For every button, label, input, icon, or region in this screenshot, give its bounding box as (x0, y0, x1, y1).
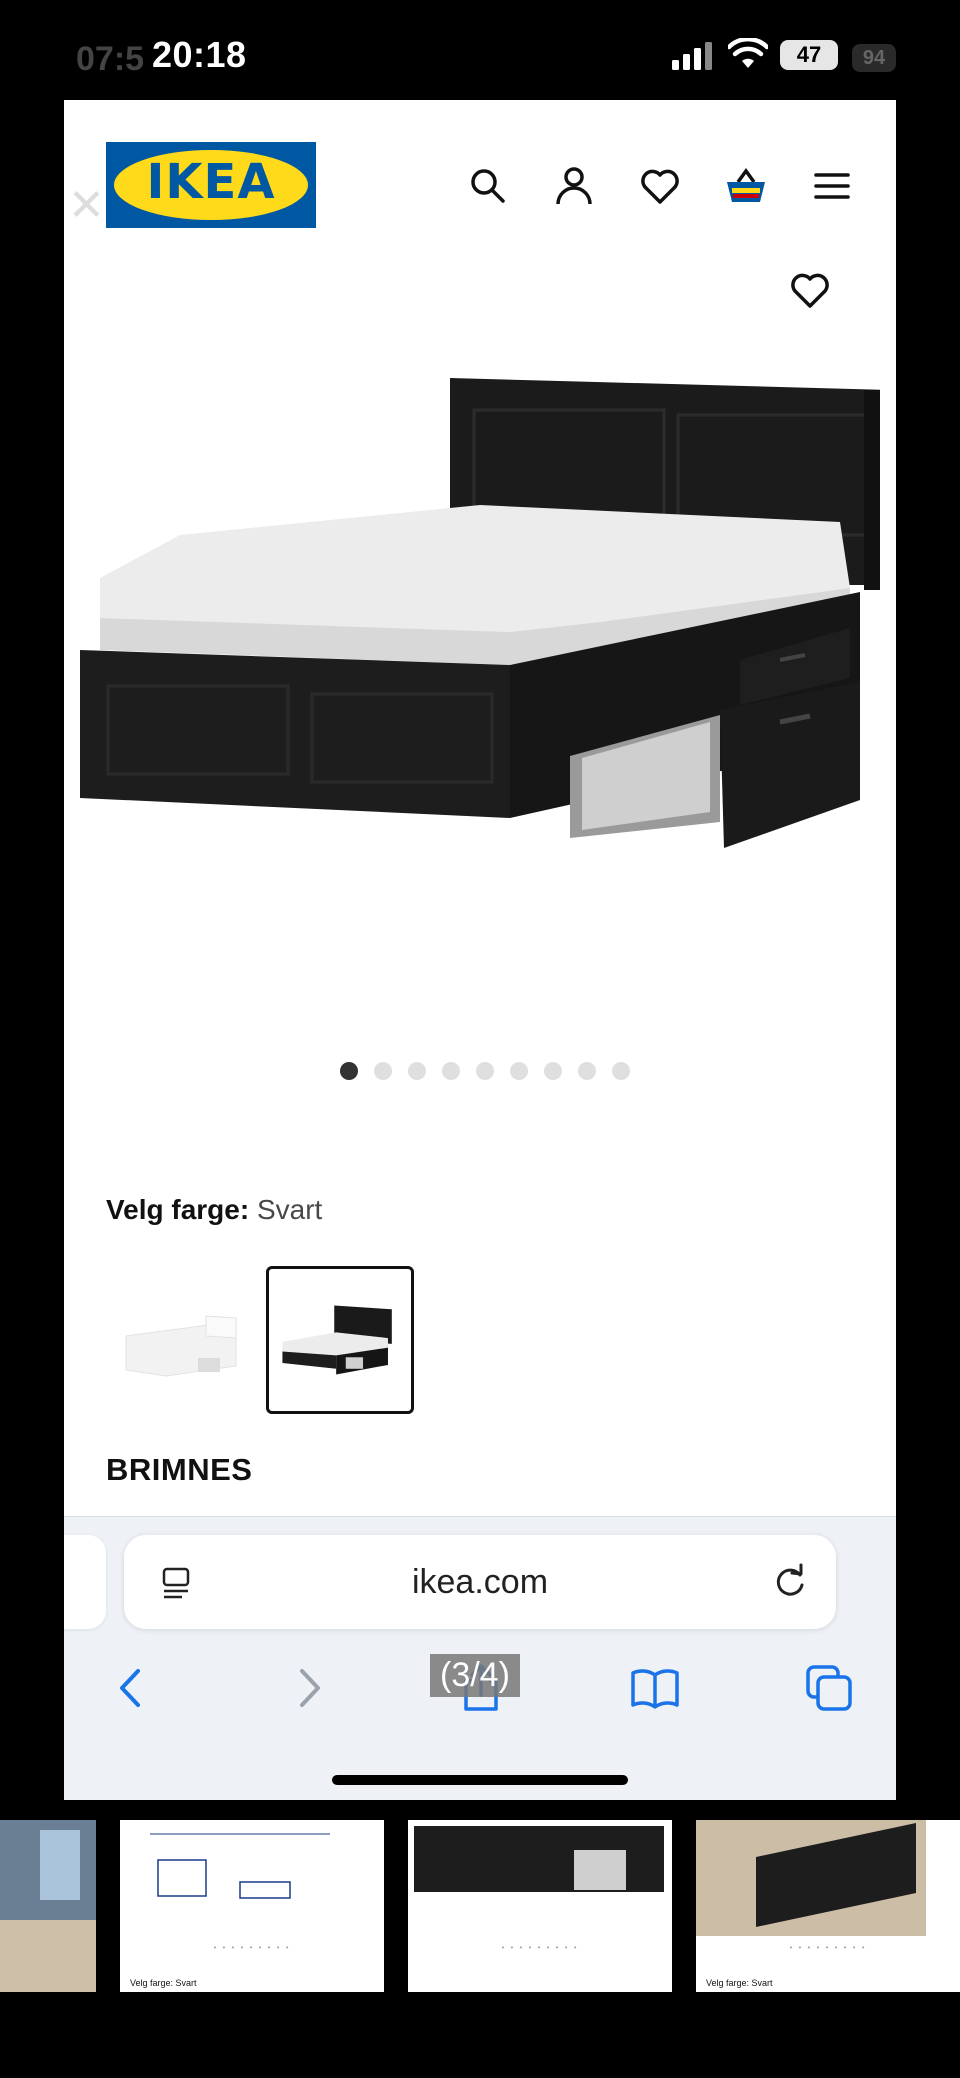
ghost-battery: 94 (852, 44, 896, 72)
signal-icon (672, 42, 712, 70)
thumb-drawer (574, 1850, 626, 1890)
color-value: Svart (256, 1194, 323, 1225)
carousel-dot[interactable] (340, 1062, 358, 1080)
carousel-dot[interactable] (612, 1062, 630, 1080)
carousel-dots (64, 1062, 896, 1082)
site-header: ✕ IKEA (64, 100, 896, 270)
ikea-product-page: ✕ IKEA Velg farge: Svart BRIMNES ikea.co… (64, 100, 896, 1800)
carousel-dot[interactable] (578, 1062, 596, 1080)
thumb-label: Velg farge: Svart (706, 1978, 773, 1988)
swatch-black[interactable] (266, 1266, 414, 1414)
dimension-drawing (150, 1833, 330, 1899)
thumbnail-bedroom[interactable] (0, 1820, 96, 1992)
basket-icon[interactable] (724, 164, 768, 208)
carousel-dot[interactable] (476, 1062, 494, 1080)
phone-screen: 07:5 20:18 47 94 ✕ IKEA Velg farge: Svar… (64, 0, 896, 1800)
ghost-time: 07:5 (76, 40, 145, 78)
thumb-window (40, 1830, 80, 1900)
swatch-white[interactable] (106, 1266, 254, 1414)
save-favourite-icon[interactable] (788, 268, 832, 312)
carousel-dot[interactable] (408, 1062, 426, 1080)
color-selector-label: Velg farge: Svart (106, 1194, 322, 1226)
status-bar: 07:5 20:18 47 94 (64, 0, 896, 100)
screenshot-pager: (3/4) (430, 1654, 520, 1697)
battery-indicator: 47 (780, 40, 838, 70)
back-icon[interactable] (106, 1663, 156, 1713)
registered-mark (298, 158, 310, 170)
product-name: BRIMNES (106, 1452, 253, 1487)
thumb-dots: • • • • • • • • • (789, 1943, 867, 1952)
thumbnail-bed-detail[interactable]: • • • • • • • • • Velg farge: Svart (696, 1820, 960, 1992)
address-bar[interactable]: ikea.com (124, 1535, 836, 1629)
thumbnail-strip: • • • • • • • • • Velg farge: Svart • • … (0, 1820, 960, 1992)
product-image-bed[interactable] (80, 360, 880, 980)
heart-icon[interactable] (638, 164, 682, 208)
thumbnail-bed-drawer[interactable]: • • • • • • • • • (408, 1820, 672, 1992)
thumbnail-dimensions[interactable]: • • • • • • • • • Velg farge: Svart (120, 1820, 384, 1992)
reload-icon[interactable] (770, 1563, 810, 1603)
logo-text: IKEA (146, 154, 276, 210)
forward-icon[interactable] (284, 1663, 334, 1713)
previous-tab-peek[interactable] (64, 1535, 106, 1629)
status-time: 20:18 (152, 34, 247, 75)
thumb-dots: • • • • • • • • • (213, 1943, 291, 1952)
thumb-label: Velg farge: Svart (130, 1978, 197, 1988)
account-icon[interactable] (552, 164, 596, 208)
thumb-bed-frame (414, 1826, 664, 1892)
carousel-dot[interactable] (544, 1062, 562, 1080)
wifi-icon (728, 38, 768, 68)
bookmarks-icon[interactable] (630, 1663, 680, 1713)
thumb-dots: • • • • • • • • • (501, 1943, 579, 1952)
carousel-dot[interactable] (374, 1062, 392, 1080)
home-indicator (332, 1775, 628, 1785)
close-icon: ✕ (68, 181, 105, 230)
search-icon[interactable] (466, 164, 510, 208)
menu-icon[interactable] (810, 164, 854, 208)
ikea-logo[interactable]: IKEA (106, 142, 316, 228)
carousel-dot[interactable] (442, 1062, 460, 1080)
carousel-dot[interactable] (510, 1062, 528, 1080)
url-text: ikea.com (411, 1563, 549, 1601)
thumb-bed-area (0, 1920, 96, 1992)
tabs-icon[interactable] (804, 1663, 854, 1713)
color-label-prefix: Velg farge: (106, 1194, 250, 1225)
